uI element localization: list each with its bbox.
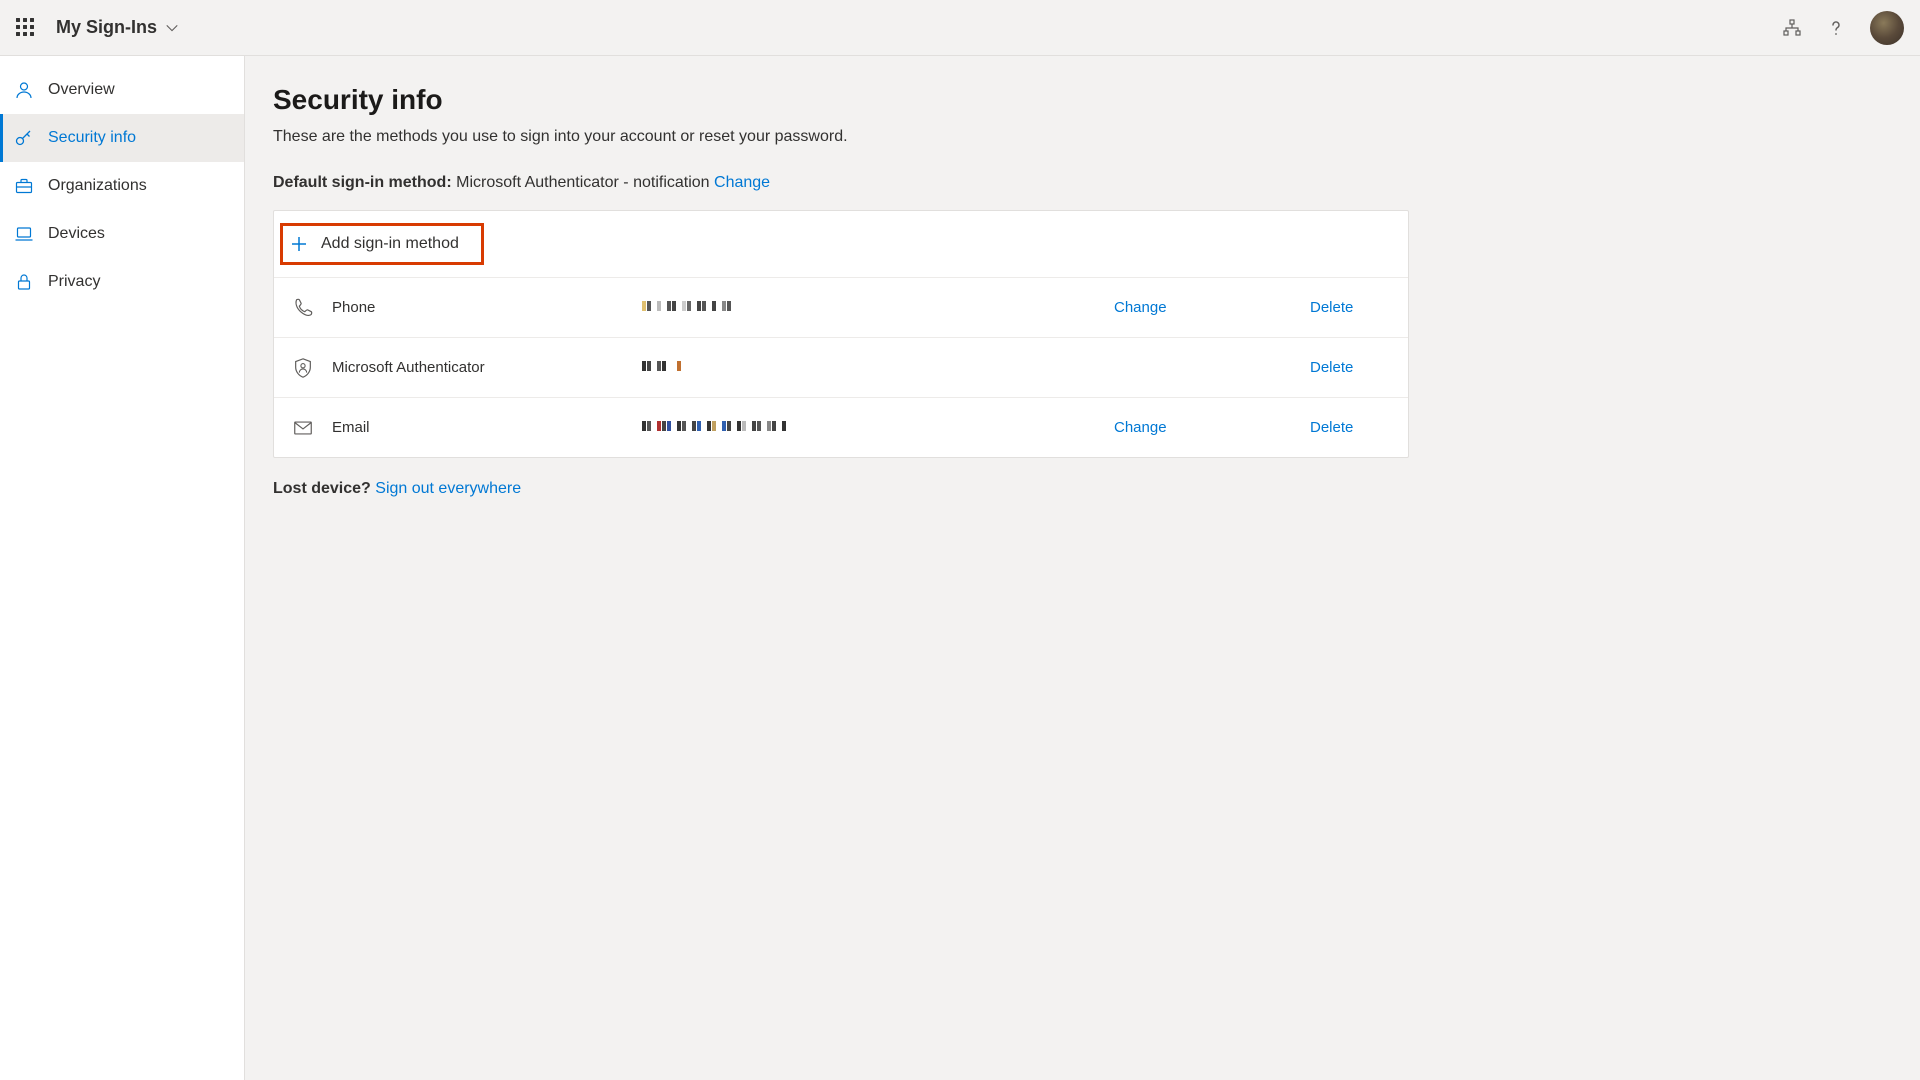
change-link[interactable]: Change [1114, 299, 1167, 316]
sidebar-item-label: Devices [48, 225, 105, 243]
default-signin-value: Microsoft Authenticator - notification [456, 174, 709, 191]
method-name: Phone [332, 299, 642, 316]
app-header: My Sign-Ins [0, 0, 1920, 56]
main-content: Security info These are the methods you … [245, 56, 1920, 1080]
laptop-icon [14, 224, 34, 244]
app-launcher-icon[interactable] [16, 18, 36, 38]
change-default-link[interactable]: Change [714, 174, 770, 191]
change-link[interactable]: Change [1114, 419, 1167, 436]
sidebar-item-label: Security info [48, 129, 136, 147]
phone-icon [292, 297, 332, 319]
sidebar-item-devices[interactable]: Devices [0, 210, 244, 258]
sidebar-item-privacy[interactable]: Privacy [0, 258, 244, 306]
default-signin-label: Default sign-in method: [273, 174, 452, 191]
add-method-label: Add sign-in method [321, 235, 459, 253]
highlight-annotation: Add sign-in method [280, 223, 484, 265]
method-name: Email [332, 419, 642, 436]
delete-link[interactable]: Delete [1310, 299, 1353, 316]
header-right [1782, 11, 1904, 45]
method-value-redacted [642, 360, 1114, 375]
delete-link[interactable]: Delete [1310, 419, 1353, 436]
method-value-redacted [642, 300, 1114, 315]
key-icon [14, 128, 34, 148]
avatar[interactable] [1870, 11, 1904, 45]
delete-link[interactable]: Delete [1310, 359, 1353, 376]
sidebar-item-security[interactable]: Security info [0, 114, 244, 162]
chevron-down-icon [165, 21, 179, 35]
briefcase-icon [14, 176, 34, 196]
sidebar-item-label: Organizations [48, 177, 147, 195]
brand-label: My Sign-Ins [56, 17, 157, 38]
sidebar: Overview Security info Organizations Dev… [0, 56, 245, 1080]
default-signin-row: Default sign-in method: Microsoft Authen… [273, 174, 1920, 192]
lost-device-row: Lost device? Sign out everywhere [273, 480, 1920, 498]
sidebar-item-organizations[interactable]: Organizations [0, 162, 244, 210]
methods-card: Add sign-in method Phone Change Delete [273, 210, 1409, 458]
authenticator-icon [292, 357, 332, 379]
page-subtitle: These are the methods you use to sign in… [273, 128, 1920, 146]
mail-icon [292, 417, 332, 439]
method-row-authenticator: Microsoft Authenticator Delete [274, 337, 1408, 397]
page-title: Security info [273, 84, 1920, 116]
plus-icon [289, 234, 309, 254]
method-row-email: Email Change Delete [274, 397, 1408, 457]
method-value-redacted [642, 420, 1114, 435]
person-icon [14, 80, 34, 100]
brand-dropdown[interactable]: My Sign-Ins [56, 17, 179, 38]
sidebar-item-label: Privacy [48, 273, 100, 291]
method-row-phone: Phone Change Delete [274, 277, 1408, 337]
lost-device-label: Lost device? [273, 480, 371, 497]
add-signin-method-button[interactable]: Add sign-in method [274, 211, 1408, 277]
org-icon[interactable] [1782, 18, 1802, 38]
lock-icon [14, 272, 34, 292]
help-icon[interactable] [1826, 18, 1846, 38]
method-name: Microsoft Authenticator [332, 359, 642, 376]
sidebar-item-label: Overview [48, 81, 115, 99]
sidebar-item-overview[interactable]: Overview [0, 66, 244, 114]
sign-out-everywhere-link[interactable]: Sign out everywhere [375, 480, 521, 497]
